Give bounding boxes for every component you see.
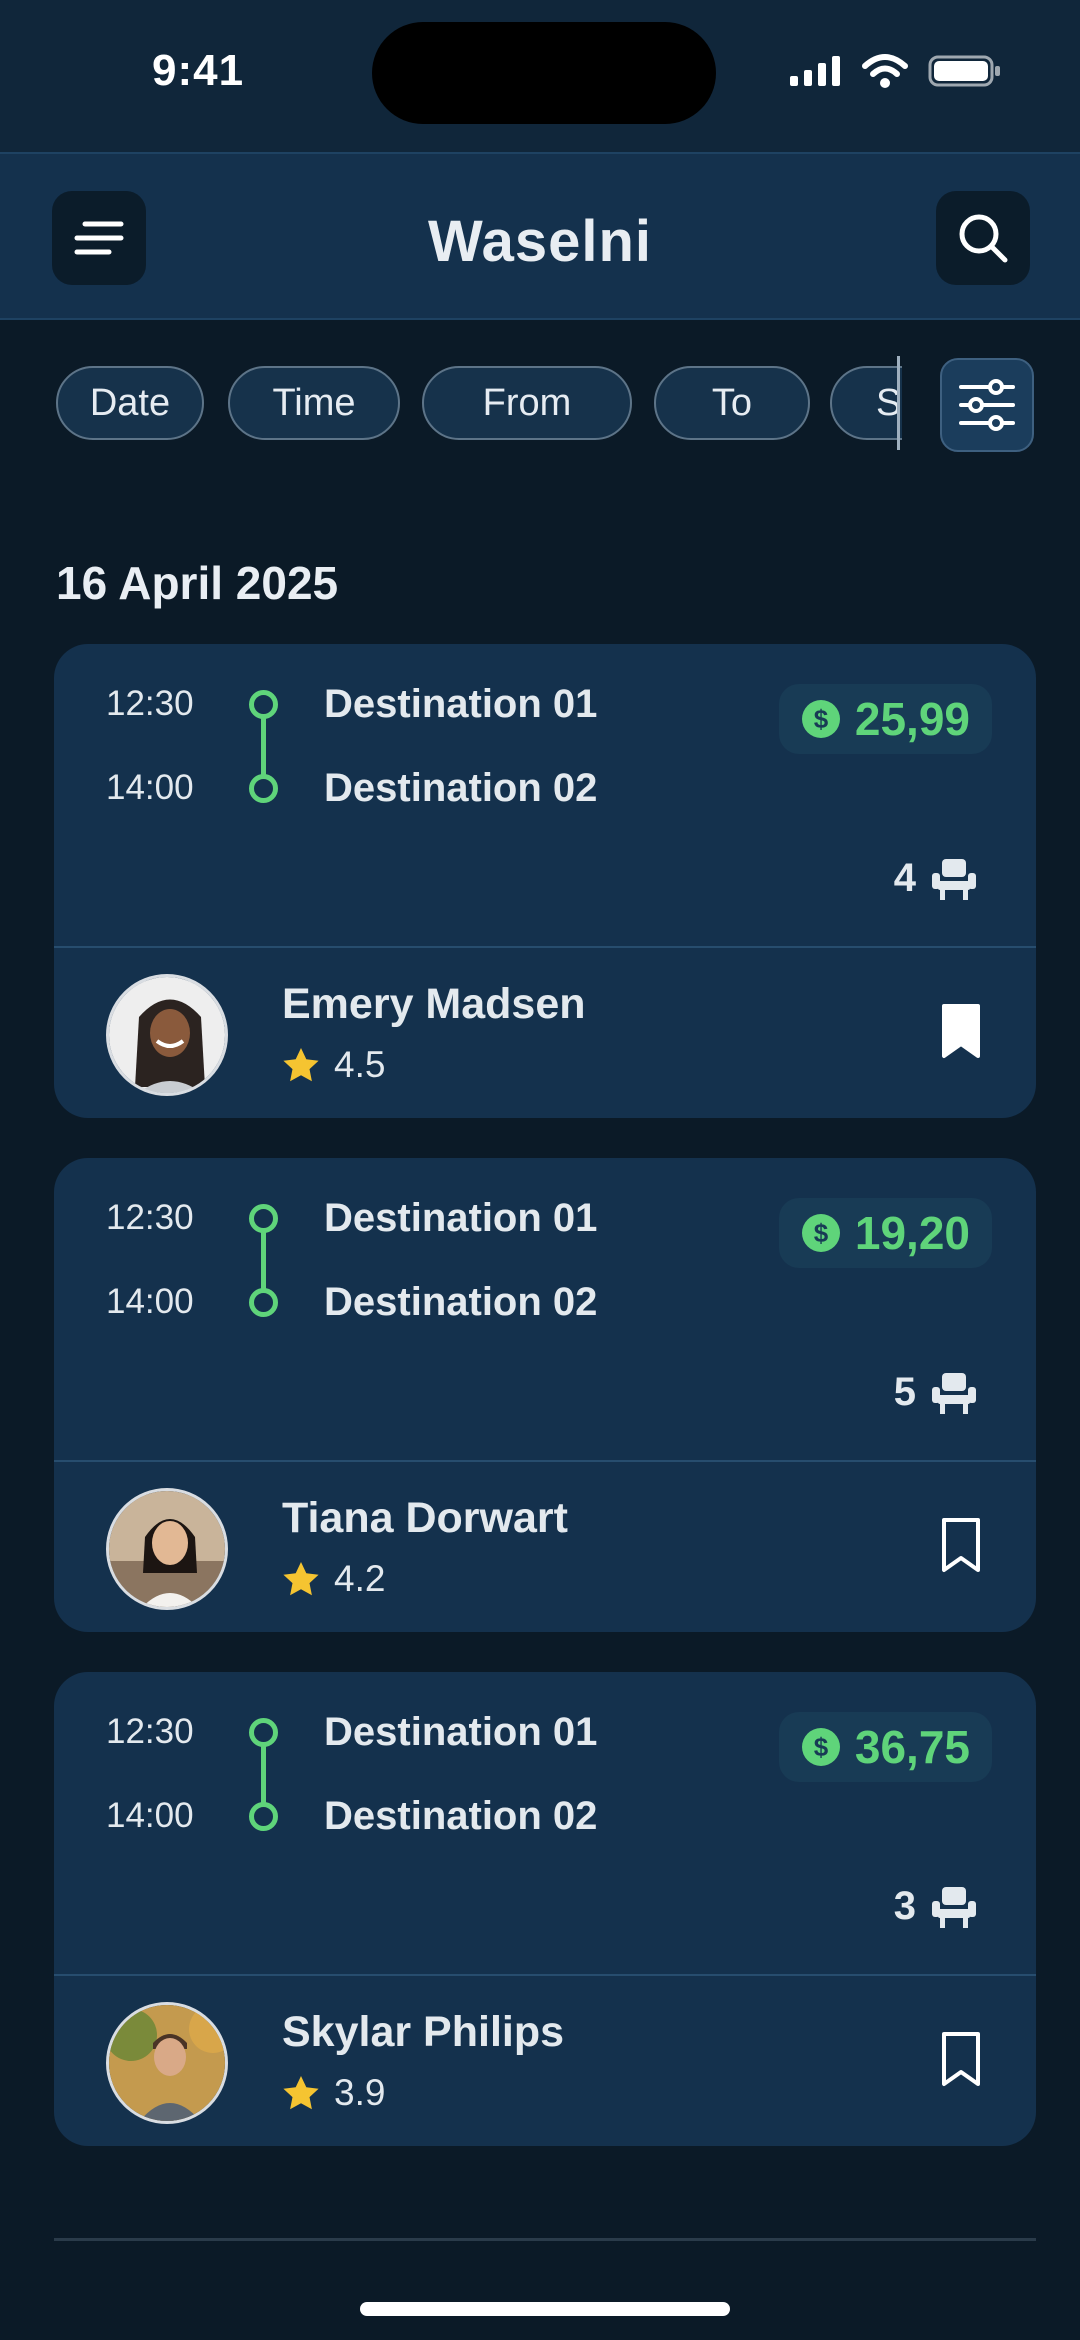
avatar[interactable]	[106, 974, 228, 1096]
seat-icon	[932, 1372, 976, 1414]
price-badge: $ 25,99	[778, 684, 992, 754]
filter-chip-date[interactable]: Date	[56, 366, 204, 440]
date-heading: 16 April 2025	[56, 557, 339, 609]
svg-text:$: $	[814, 1732, 829, 1762]
price-badge: $ 36,75	[778, 1712, 992, 1782]
filter-divider	[897, 356, 900, 450]
avatar[interactable]	[106, 2002, 228, 2124]
star-icon	[283, 1562, 319, 1596]
arrival-time: 14:00	[106, 768, 194, 807]
route-start-dot	[249, 1204, 278, 1233]
filter-chip-from[interactable]: From	[422, 366, 632, 440]
arrival-time: 14:00	[106, 1796, 194, 1835]
seat-icon	[932, 858, 976, 900]
status-icons	[790, 54, 1002, 88]
seats-available: 4	[894, 856, 978, 901]
bottom-divider	[54, 2238, 1036, 2241]
screen: 9:41 Waselni Date Time From To S 16 Apri…	[0, 0, 1080, 2340]
driver-name: Tiana Dorwart	[282, 1494, 568, 1542]
search-button[interactable]	[936, 191, 1030, 285]
price-value: 25,99	[854, 693, 970, 745]
departure-time: 12:30	[106, 684, 194, 723]
bookmark-icon	[942, 2032, 980, 2086]
status-bar: 9:41	[0, 0, 1080, 152]
rating-value: 3.9	[334, 2072, 386, 2113]
svg-text:$: $	[814, 704, 829, 734]
price-badge: $ 19,20	[778, 1198, 992, 1268]
driver-rating: 4.2	[282, 1558, 385, 1600]
driver-rating: 3.9	[282, 2072, 385, 2114]
battery-icon	[928, 55, 1000, 87]
rating-value: 4.2	[334, 1558, 386, 1599]
bookmark-icon	[942, 1004, 980, 1058]
home-indicator[interactable]	[360, 2302, 730, 2316]
avatar[interactable]	[106, 1488, 228, 1610]
route-end-dot	[249, 1288, 278, 1317]
destination-label: Destination 02	[324, 1794, 598, 1838]
card-divider	[54, 946, 1036, 948]
seats-available: 3	[894, 1884, 978, 1929]
ride-card[interactable]: 12:30 14:00 Destination 01 Destination 0…	[54, 1672, 1036, 2146]
wifi-icon	[862, 54, 908, 88]
avatar-photo	[109, 977, 225, 1093]
destination-label: Destination 02	[324, 766, 598, 810]
filter-chip-seats[interactable]: S	[830, 366, 902, 440]
origin-label: Destination 01	[324, 1196, 598, 1240]
filter-settings-button[interactable]	[940, 358, 1034, 452]
route-start-dot	[249, 1718, 278, 1747]
driver-name: Skylar Philips	[282, 2008, 565, 2056]
search-icon	[959, 214, 1008, 263]
filter-chip-to[interactable]: To	[654, 366, 810, 440]
route-end-dot	[249, 774, 278, 803]
origin-label: Destination 01	[324, 682, 598, 726]
rating-value: 4.5	[334, 1044, 386, 1085]
avatar-photo	[109, 1491, 225, 1607]
dollar-icon: $	[801, 1728, 840, 1766]
destination-label: Destination 02	[324, 1280, 598, 1324]
seats-available: 5	[894, 1370, 978, 1415]
origin-label: Destination 01	[324, 1710, 598, 1754]
ride-card[interactable]: 12:30 14:00 Destination 01 Destination 0…	[54, 1158, 1036, 1632]
driver-rating: 4.5	[282, 1044, 385, 1086]
star-icon	[283, 1048, 319, 1082]
arrival-time: 14:00	[106, 1282, 194, 1321]
route-end-dot	[249, 1802, 278, 1831]
price-value: 19,20	[854, 1207, 970, 1259]
dollar-icon: $	[801, 1214, 840, 1252]
status-time: 9:41	[152, 46, 245, 95]
avatar-photo	[109, 2005, 225, 2121]
dynamic-island	[372, 22, 716, 124]
app-header: Waselni	[0, 152, 1080, 320]
app-title: Waselni	[427, 209, 653, 274]
seats-count: 4	[893, 856, 916, 900]
departure-time: 12:30	[106, 1198, 194, 1237]
filter-chip-time[interactable]: Time	[228, 366, 400, 440]
driver-name: Emery Madsen	[282, 980, 586, 1028]
bookmark-button[interactable]	[936, 998, 986, 1064]
bookmark-button[interactable]	[936, 1512, 986, 1578]
card-divider	[54, 1460, 1036, 1462]
route-start-dot	[249, 690, 278, 719]
departure-time: 12:30	[106, 1712, 194, 1751]
bookmark-icon	[942, 1518, 980, 1572]
bookmark-button[interactable]	[936, 2026, 986, 2092]
seats-count: 5	[893, 1370, 916, 1414]
signal-icon	[790, 56, 840, 86]
star-icon	[283, 2076, 319, 2110]
filter-chips: Date Time From To S	[54, 364, 902, 442]
seats-count: 3	[893, 1884, 916, 1928]
dollar-icon: $	[801, 700, 840, 738]
ride-card[interactable]: 12:30 14:00 Destination 01 Destination 0…	[54, 644, 1036, 1118]
seat-icon	[932, 1886, 976, 1928]
card-divider	[54, 1974, 1036, 1976]
sliders-icon	[959, 379, 1015, 431]
price-value: 36,75	[854, 1721, 970, 1773]
svg-text:$: $	[814, 1218, 829, 1248]
